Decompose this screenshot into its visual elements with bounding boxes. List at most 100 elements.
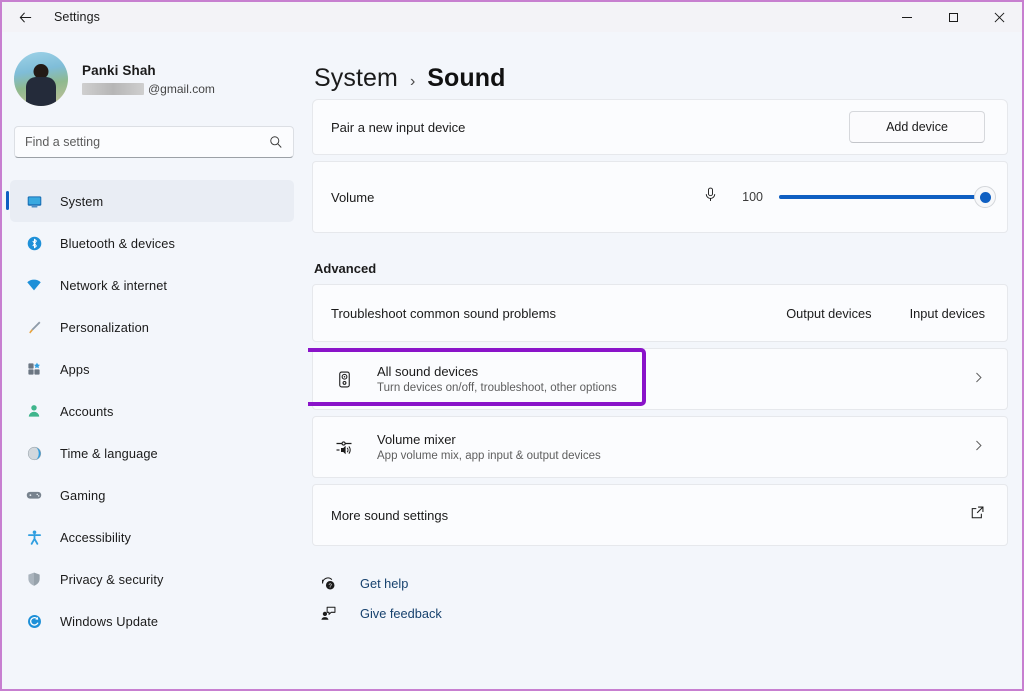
account-email-suffix: @gmail.com [148,81,215,96]
sidebar-item-label: Time & language [60,445,158,461]
sidebar-item-label: Network & internet [60,277,168,293]
all-sound-devices-text: All sound devices Turn devices on/off, t… [377,364,617,394]
maximize-icon [948,12,958,22]
shield-icon [24,569,44,589]
settings-window: Settings Panki Shah @gmail.com Find a se… [0,0,1024,691]
avatar [14,52,68,106]
troubleshoot-label: Troubleshoot common sound problems [331,305,556,321]
breadcrumb: System › Sound [314,64,1008,93]
output-devices-link[interactable]: Output devices [786,306,871,321]
app-title: Settings [54,10,100,24]
main-content: System › Sound Pair a new input device A… [308,32,1022,689]
sidebar-item-label: Bluetooth & devices [60,235,176,251]
volume-row: Volume 100 [312,161,1008,233]
sidebar-item-time-language[interactable]: Time & language [10,432,294,474]
troubleshoot-row: Troubleshoot common sound problems Outpu… [312,284,1008,342]
volume-label: Volume [331,189,375,205]
sidebar-item-label: Windows Update [60,613,159,629]
sidebar-nav: System Bluetooth & devices Network & int… [2,180,308,642]
sidebar-item-system[interactable]: System [6,180,294,222]
sidebar-item-label: System [60,193,104,209]
slider-thumb[interactable] [974,186,996,208]
breadcrumb-parent[interactable]: System [314,64,398,93]
more-sound-settings-title: More sound settings [331,507,449,523]
speaker-icon [331,370,357,389]
close-icon [994,12,1004,22]
search-input[interactable] [25,135,269,149]
feedback-icon [316,605,340,622]
get-help-link[interactable]: ? Get help [316,568,1008,598]
give-feedback-label: Give feedback [360,605,442,621]
sidebar: Panki Shah @gmail.com Find a setting Sys… [2,32,308,689]
external-link-icon [970,505,985,525]
volume-mixer-subtitle: App volume mix, app input & output devic… [377,450,601,462]
window-controls [884,2,1022,32]
clock-globe-icon [24,443,44,463]
sidebar-item-accounts[interactable]: Accounts [10,390,294,432]
sidebar-item-label: Accessibility [60,529,131,545]
mixer-icon [331,437,357,457]
sidebar-item-windows-update[interactable]: Windows Update [10,600,294,642]
volume-mixer-text: Volume mixer App volume mix, app input &… [377,432,601,462]
account-name: Panki Shah [82,62,156,78]
chevron-right-icon: › [409,73,416,90]
add-device-button[interactable]: Add device [849,111,985,143]
sidebar-item-label: Gaming [60,487,106,503]
monitor-icon [24,191,44,211]
chevron-right-icon [972,439,985,455]
minimize-button[interactable] [884,2,930,32]
chevron-right-icon [972,371,985,387]
maximize-button[interactable] [930,2,976,32]
get-help-label: Get help [360,575,409,591]
all-sound-devices-row[interactable]: All sound devices Turn devices on/off, t… [308,348,1008,410]
sidebar-item-label: Personalization [60,319,149,335]
bluetooth-icon [24,233,44,253]
sidebar-item-personalization[interactable]: Personalization [10,306,294,348]
volume-slider[interactable] [779,186,996,208]
paintbrush-icon [24,317,44,337]
gamepad-icon [24,485,44,505]
sidebar-item-network-internet[interactable]: Network & internet [10,264,294,306]
volume-controls: 100 [702,186,996,208]
avatar-body [26,77,56,106]
pair-input-device-row: Pair a new input device Add device [312,99,1008,155]
give-feedback-link[interactable]: Give feedback [316,598,1008,628]
all-sound-devices-subtitle: Turn devices on/off, troubleshoot, other… [377,382,617,394]
sidebar-item-label: Apps [60,361,90,377]
volume-value: 100 [742,190,763,204]
advanced-heading: Advanced [314,261,377,276]
volume-mixer-title: Volume mixer [377,432,456,447]
help-icon: ? [316,575,340,592]
title-bar: Settings [2,2,1022,32]
sidebar-item-accessibility[interactable]: Accessibility [10,516,294,558]
sidebar-item-privacy-security[interactable]: Privacy & security [10,558,294,600]
account-text: Panki Shah @gmail.com [82,63,215,96]
sidebar-item-apps[interactable]: Apps [10,348,294,390]
search-box[interactable] [14,126,294,158]
footer-links: ? Get help Give feedback [316,568,1008,628]
input-devices-link[interactable]: Input devices [910,306,985,321]
window-body: Panki Shah @gmail.com Find a setting Sys… [2,32,1022,689]
search-icon [270,136,282,148]
minimize-icon [902,16,912,18]
slider-fill [779,195,985,199]
back-button[interactable] [8,4,42,30]
pair-input-device-label: Pair a new input device [331,119,466,135]
volume-mixer-row[interactable]: Volume mixer App volume mix, app input &… [312,416,1008,478]
close-button[interactable] [976,2,1022,32]
person-icon [24,401,44,421]
page-title: Sound [427,64,506,92]
sidebar-item-label: Accounts [60,403,114,419]
accessibility-icon [24,527,44,547]
all-sound-devices-title: All sound devices [377,364,479,379]
back-arrow-icon [19,11,31,23]
account-section[interactable]: Panki Shah @gmail.com [2,38,308,120]
sidebar-item-gaming[interactable]: Gaming [10,474,294,516]
wifi-icon [24,275,44,295]
redacted-email-block [82,82,144,95]
apps-icon [24,359,44,379]
sidebar-item-bluetooth-devices[interactable]: Bluetooth & devices [10,222,294,264]
more-sound-settings-row[interactable]: More sound settings [312,484,1008,546]
account-email: @gmail.com [82,82,215,96]
sidebar-item-label: Privacy & security [60,571,164,587]
